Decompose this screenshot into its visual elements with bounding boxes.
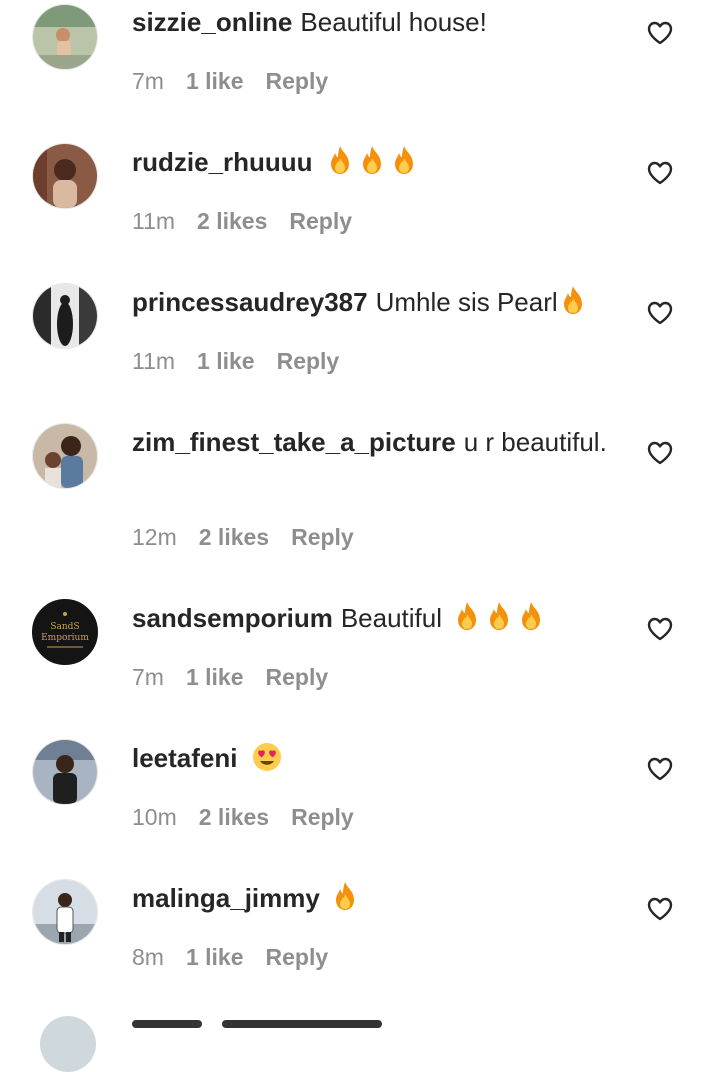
fire-emoji-icon bbox=[560, 285, 586, 315]
fire-emoji-icon bbox=[486, 601, 512, 631]
username-link[interactable]: sandsemporium bbox=[132, 603, 333, 633]
logo-line2: Emporium bbox=[41, 633, 89, 643]
heart-outline-icon[interactable] bbox=[646, 615, 674, 643]
timestamp: 12m bbox=[132, 524, 177, 550]
likes-count[interactable]: 2 likes bbox=[199, 804, 269, 830]
brand-logo: SandS Emporium bbox=[33, 600, 97, 664]
timestamp: 10m bbox=[132, 804, 177, 830]
fire-emoji-icon bbox=[454, 601, 480, 631]
username-link[interactable]: malinga_jimmy bbox=[132, 883, 320, 913]
reply-button[interactable]: Reply bbox=[266, 944, 329, 970]
comment-meta: 11m 1 like Reply bbox=[132, 348, 361, 375]
comment-meta: 11m 2 likes Reply bbox=[132, 208, 374, 235]
fire-emoji-icon bbox=[359, 145, 385, 175]
heart-outline-icon[interactable] bbox=[646, 159, 674, 187]
comment-meta: 7m 1 like Reply bbox=[132, 68, 350, 95]
comment-meta: 12m 2 likes Reply bbox=[132, 524, 376, 551]
username-link[interactable]: zim_finest_take_a_picture bbox=[132, 427, 456, 457]
reply-button[interactable]: Reply bbox=[277, 348, 340, 374]
likes-count[interactable]: 1 like bbox=[186, 664, 244, 690]
comment-meta: 10m 2 likes Reply bbox=[132, 804, 376, 831]
username-link[interactable]: sizzie_online bbox=[132, 7, 292, 37]
avatar[interactable] bbox=[32, 4, 98, 70]
timestamp: 8m bbox=[132, 944, 164, 970]
timestamp: 7m bbox=[132, 664, 164, 690]
logo-line1: SandS bbox=[50, 622, 79, 632]
reply-button[interactable]: Reply bbox=[266, 68, 329, 94]
heart-outline-icon[interactable] bbox=[646, 19, 674, 47]
comment-body: Beautiful bbox=[340, 603, 443, 633]
fire-emoji-icon bbox=[391, 145, 417, 175]
comment-body: u r beautiful. bbox=[463, 427, 607, 457]
comment-meta: 8m 1 like Reply bbox=[132, 944, 350, 971]
likes-count[interactable]: 2 likes bbox=[199, 524, 269, 550]
heart-outline-icon[interactable] bbox=[646, 895, 674, 923]
heart-outline-icon[interactable] bbox=[646, 755, 674, 783]
avatar[interactable]: SandS Emporium bbox=[32, 599, 98, 665]
avatar[interactable] bbox=[32, 739, 98, 805]
comment-text: malinga_jimmy bbox=[132, 880, 612, 916]
username-link[interactable]: leetafeni bbox=[132, 743, 238, 773]
likes-count[interactable]: 2 likes bbox=[197, 208, 267, 234]
heart-eyes-emoji-icon bbox=[252, 743, 281, 771]
avatar[interactable] bbox=[32, 423, 98, 489]
likes-count[interactable]: 1 like bbox=[186, 68, 244, 94]
comment-text-partial bbox=[132, 1020, 202, 1028]
timestamp: 11m bbox=[132, 208, 176, 234]
fire-emoji-icon bbox=[327, 145, 353, 175]
heart-outline-icon[interactable] bbox=[646, 299, 674, 327]
comment-text: leetafeni bbox=[132, 740, 612, 776]
reply-button[interactable]: Reply bbox=[291, 524, 354, 550]
comment-text-partial bbox=[222, 1020, 382, 1028]
avatar[interactable] bbox=[32, 143, 98, 209]
reply-button[interactable]: Reply bbox=[266, 664, 329, 690]
avatar[interactable] bbox=[32, 283, 98, 349]
likes-count[interactable]: 1 like bbox=[186, 944, 244, 970]
fire-emoji-icon bbox=[518, 601, 544, 631]
reply-button[interactable]: Reply bbox=[291, 804, 354, 830]
comment-text: zim_finest_take_a_picture u r beautiful. bbox=[132, 424, 612, 460]
likes-count[interactable]: 1 like bbox=[197, 348, 255, 374]
avatar[interactable] bbox=[40, 1016, 96, 1072]
comment-body: Beautiful house! bbox=[300, 7, 487, 37]
comment-text: rudzie_rhuuuu bbox=[132, 144, 612, 180]
timestamp: 7m bbox=[132, 68, 164, 94]
timestamp: 11m bbox=[132, 348, 176, 374]
avatar[interactable] bbox=[32, 879, 98, 945]
comment-body: Umhle sis Pearl bbox=[375, 287, 558, 317]
fire-emoji-icon bbox=[332, 881, 358, 911]
comment-text: princessaudrey387 Umhle sis Pearl bbox=[132, 284, 612, 320]
comment-text: sizzie_online Beautiful house! bbox=[132, 4, 612, 40]
heart-outline-icon[interactable] bbox=[646, 439, 674, 467]
reply-button[interactable]: Reply bbox=[289, 208, 352, 234]
username-link[interactable]: rudzie_rhuuuu bbox=[132, 147, 313, 177]
comment-meta: 7m 1 like Reply bbox=[132, 664, 350, 691]
comment-text: sandsemporium Beautiful bbox=[132, 600, 612, 636]
username-link[interactable]: princessaudrey387 bbox=[132, 287, 368, 317]
